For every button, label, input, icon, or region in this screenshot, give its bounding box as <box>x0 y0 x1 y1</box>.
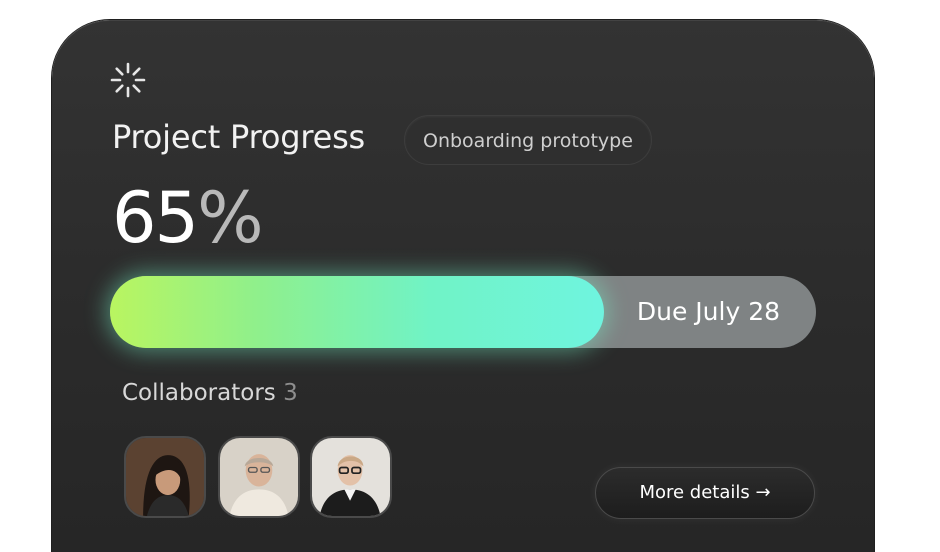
collaborators-count: 3 <box>283 380 298 406</box>
progress-bar-track: Due July 28 <box>110 276 816 348</box>
due-date-label: Due July 28 <box>636 297 780 326</box>
progress-percent-symbol: % <box>197 177 264 259</box>
progress-value: 65 <box>112 177 199 259</box>
project-tag[interactable]: Onboarding prototype <box>404 115 652 165</box>
collaborator-avatar-2[interactable] <box>218 436 300 518</box>
collaborators-label: Collaborators <box>122 380 276 406</box>
progress-bar-fill <box>110 276 604 348</box>
progress-percentage: 65% <box>112 177 264 259</box>
more-details-button[interactable]: More details → <box>595 467 815 519</box>
collaborators-heading: Collaborators 3 <box>122 380 298 406</box>
sparkle-loader-icon <box>108 60 148 100</box>
card-title: Project Progress <box>112 118 366 156</box>
collaborator-avatar-1[interactable] <box>124 436 206 518</box>
collaborator-avatar-3[interactable] <box>310 436 392 518</box>
